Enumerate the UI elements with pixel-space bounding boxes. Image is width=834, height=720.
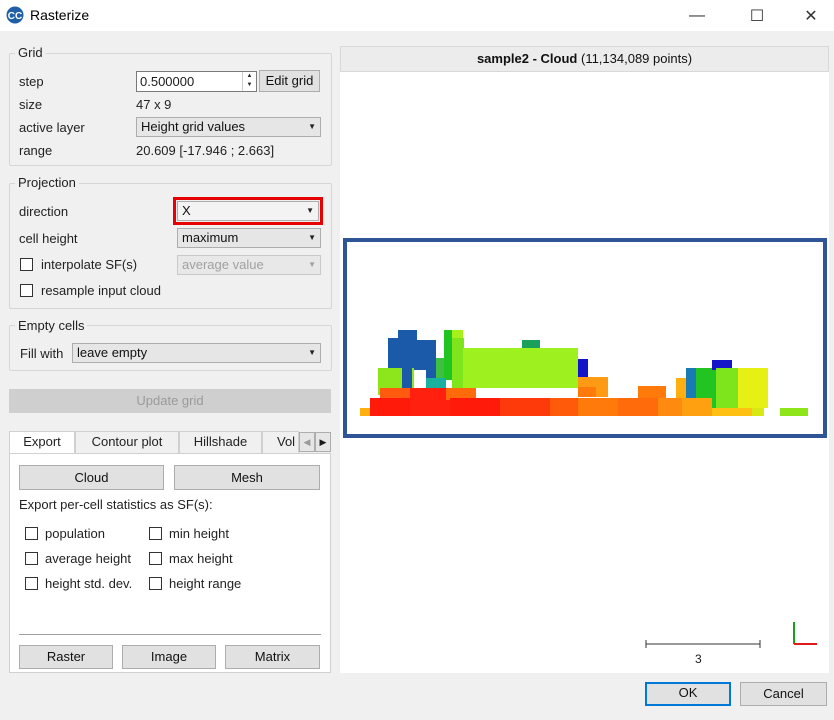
chevron-down-icon: ▼: [308, 233, 316, 242]
export-divider: [19, 634, 321, 635]
empty-cells-group-title: Empty cells: [15, 318, 88, 333]
axis-trihedron-icon: [793, 622, 817, 645]
active-layer-select[interactable]: Height grid values ▼: [136, 117, 321, 137]
tab-bar: Export Contour plot Hillshade Vol ◀ ▶: [9, 431, 331, 455]
projection-group-title: Projection: [15, 175, 79, 190]
chevron-down-icon: ▼: [306, 206, 314, 215]
stat-max-height-label[interactable]: max height: [169, 551, 233, 566]
fill-with-value: leave empty: [77, 345, 148, 360]
interpolate-method-value: average value: [182, 257, 264, 272]
resample-input-cloud-checkbox[interactable]: [20, 284, 33, 297]
close-button[interactable]: ✕: [788, 0, 834, 31]
chevron-right-icon: ▶: [319, 437, 327, 447]
tab-contour-plot[interactable]: Contour plot: [75, 431, 179, 453]
interpolate-method-select: average value ▼: [177, 255, 321, 275]
window-title: Rasterize: [30, 7, 90, 23]
scale-bar: [645, 640, 761, 648]
cancel-button[interactable]: Cancel: [740, 682, 827, 706]
stat-average-height-label[interactable]: average height: [45, 551, 131, 566]
step-spinbox[interactable]: 0.500000 ▲ ▼: [136, 71, 257, 92]
svg-text:CC: CC: [8, 11, 22, 22]
grid-group-title: Grid: [15, 45, 46, 60]
spin-down-icon[interactable]: ▼: [243, 81, 256, 90]
spin-up-icon[interactable]: ▲: [243, 72, 256, 81]
export-cloud-button[interactable]: Cloud: [19, 465, 164, 490]
minimize-icon: —: [689, 6, 705, 24]
cell-height-select[interactable]: maximum ▼: [177, 228, 321, 248]
step-spin-buttons[interactable]: ▲ ▼: [242, 72, 256, 91]
chevron-left-icon: ◀: [303, 437, 311, 447]
stat-population-label[interactable]: population: [45, 526, 105, 541]
size-value: 47 x 9: [136, 97, 172, 112]
maximize-icon: ☐: [749, 7, 765, 25]
resample-input-cloud-label[interactable]: resample input cloud: [41, 283, 161, 298]
maximize-button[interactable]: ☐: [734, 0, 780, 31]
cell-height-value: maximum: [182, 230, 239, 245]
stat-max-height-checkbox[interactable]: [149, 552, 162, 565]
title-bar: CC Rasterize — ☐ ✕: [0, 0, 834, 31]
cloudcompare-logo-icon: CC: [6, 6, 24, 24]
tab-scroll-left-button[interactable]: ◀: [299, 432, 315, 452]
range-label: range: [19, 143, 53, 158]
direction-label: direction: [19, 204, 69, 219]
cloud-name: sample2 - Cloud: [476, 51, 578, 66]
step-label: step: [19, 74, 44, 89]
update-grid-button: Update grid: [9, 389, 331, 413]
export-mesh-button[interactable]: Mesh: [174, 465, 320, 490]
point-count: (11,134,089 points): [577, 51, 693, 66]
fill-with-select[interactable]: leave empty ▼: [72, 343, 321, 363]
per-cell-stats-label: Export per-cell statistics as SF(s):: [19, 497, 213, 512]
tab-export[interactable]: Export: [9, 431, 75, 455]
stat-height-range-checkbox[interactable]: [149, 577, 162, 590]
step-value: 0.500000: [140, 74, 195, 89]
direction-select[interactable]: X ▼: [173, 197, 323, 225]
chevron-down-icon: ▼: [308, 260, 316, 269]
export-matrix-button[interactable]: Matrix: [225, 645, 320, 669]
stat-min-height-label[interactable]: min height: [169, 526, 229, 541]
direction-value: X: [182, 203, 191, 218]
ok-button[interactable]: OK: [645, 682, 731, 706]
close-icon: ✕: [804, 7, 818, 25]
interpolate-sf-checkbox[interactable]: [20, 258, 33, 271]
active-layer-label: active layer: [19, 120, 85, 135]
export-raster-button[interactable]: Raster: [19, 645, 113, 669]
scale-label: 3: [695, 652, 702, 666]
stat-population-checkbox[interactable]: [25, 527, 38, 540]
edit-grid-button[interactable]: Edit grid: [259, 70, 320, 92]
stat-height-std-dev-label[interactable]: height std. dev.: [45, 576, 132, 591]
stat-min-height-checkbox[interactable]: [149, 527, 162, 540]
tab-hillshade[interactable]: Hillshade: [179, 431, 262, 453]
tab-scroll-right-button[interactable]: ▶: [315, 432, 331, 452]
interpolate-sf-label[interactable]: interpolate SF(s): [41, 257, 137, 272]
minimize-button[interactable]: —: [674, 0, 720, 31]
export-image-button[interactable]: Image: [122, 645, 216, 669]
range-value: 20.609 [-17.946 ; 2.663]: [136, 143, 275, 158]
selection-highlight-box: [343, 238, 827, 438]
stat-average-height-checkbox[interactable]: [25, 552, 38, 565]
stat-height-range-label[interactable]: height range: [169, 576, 241, 591]
cell-height-label: cell height: [19, 231, 78, 246]
size-label: size: [19, 97, 43, 112]
active-layer-value: Height grid values: [141, 119, 246, 134]
chevron-down-icon: ▼: [308, 348, 316, 357]
stat-height-std-dev-checkbox[interactable]: [25, 577, 38, 590]
tab-volume[interactable]: Vol: [262, 431, 299, 453]
chevron-down-icon: ▼: [308, 122, 316, 131]
view-header: sample2 - Cloud (11,134,089 points): [340, 46, 829, 72]
fill-with-label: Fill with: [20, 346, 64, 361]
